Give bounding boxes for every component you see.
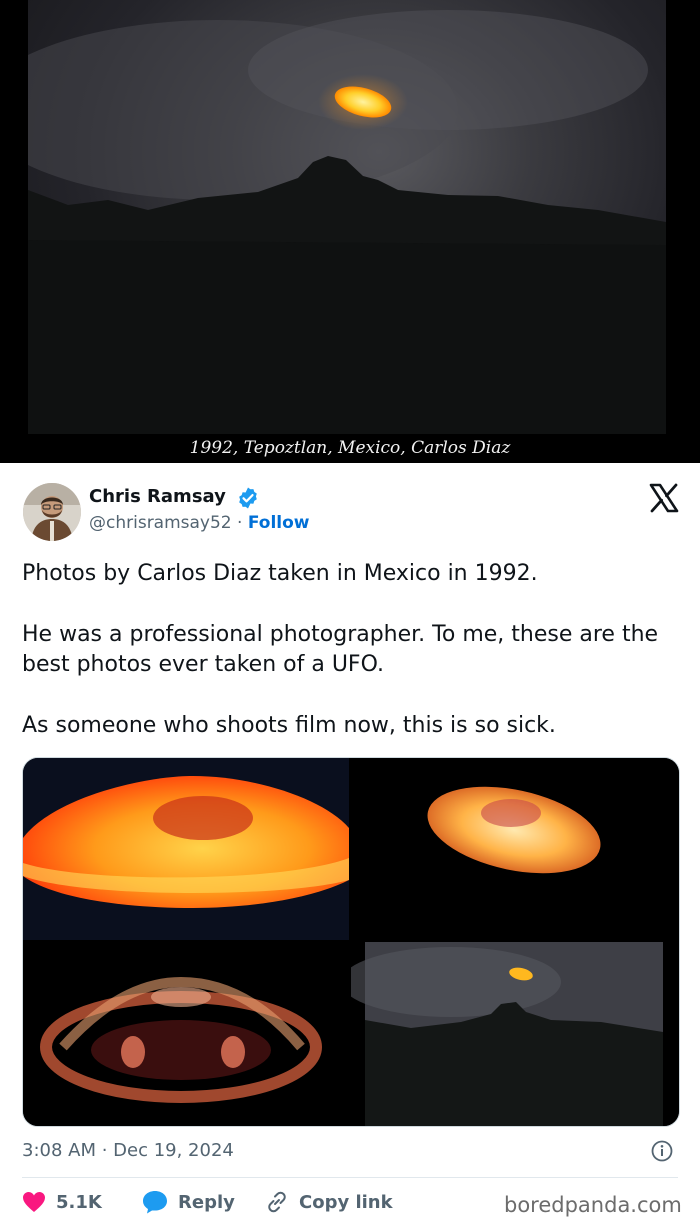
verified-badge-icon	[239, 487, 257, 509]
author-name[interactable]: Chris Ramsay	[89, 486, 226, 507]
media-photo-1[interactable]	[23, 758, 349, 940]
media-photo-2[interactable]	[351, 758, 679, 940]
ufo-photo-closeup-orange	[23, 758, 349, 940]
tweet-paragraph: He was a professional photographer. To m…	[22, 622, 659, 677]
reply-button[interactable]: Reply	[142, 1187, 235, 1217]
copy-link-label: Copy link	[299, 1191, 393, 1213]
copy-link-button[interactable]: Copy link	[265, 1187, 393, 1217]
media-photo-4[interactable]	[351, 942, 679, 1126]
tweet-card: Chris Ramsay @chrisramsay52 · Follow Pho…	[0, 463, 700, 1229]
ufo-photo-landscape	[351, 942, 679, 1126]
like-button[interactable]: 5.1K	[22, 1187, 102, 1217]
ufo-photo-saucer-ring	[23, 942, 349, 1126]
avatar[interactable]	[23, 483, 81, 541]
avatar-image	[23, 483, 81, 541]
x-logo-icon[interactable]	[649, 483, 679, 513]
ufo-photo-glowing-disc	[351, 758, 679, 940]
hero-photo-container: 1992, Tepoztlan, Mexico, Carlos Diaz	[0, 0, 700, 463]
watermark: boredpanda.com	[504, 1193, 682, 1217]
follow-button[interactable]: Follow	[248, 513, 310, 533]
tweet-text: Photos by Carlos Diaz taken in Mexico in…	[22, 559, 682, 741]
reply-bubble-icon	[143, 1191, 167, 1214]
author-handle[interactable]: @chrisramsay52	[89, 513, 232, 533]
photo-caption: 1992, Tepoztlan, Mexico, Carlos Diaz	[189, 438, 511, 458]
media-grid	[22, 757, 680, 1127]
info-icon[interactable]	[651, 1140, 673, 1162]
media-photo-3[interactable]	[23, 942, 349, 1126]
reply-label: Reply	[178, 1191, 235, 1213]
link-icon	[268, 1191, 286, 1213]
hero-photo-scene	[28, 10, 666, 434]
likes-count: 5.1K	[56, 1191, 102, 1213]
handle-row: @chrisramsay52 · Follow	[89, 513, 310, 533]
tweet-timestamp[interactable]: 3:08 AM · Dec 19, 2024	[22, 1140, 234, 1161]
separator-dot: ·	[237, 513, 243, 533]
tweet-paragraph: Photos by Carlos Diaz taken in Mexico in…	[22, 561, 538, 586]
divider	[22, 1177, 678, 1178]
hero-photo	[28, 0, 666, 434]
heart-icon	[23, 1192, 45, 1212]
tweet-paragraph: As someone who shoots film now, this is …	[22, 713, 556, 738]
